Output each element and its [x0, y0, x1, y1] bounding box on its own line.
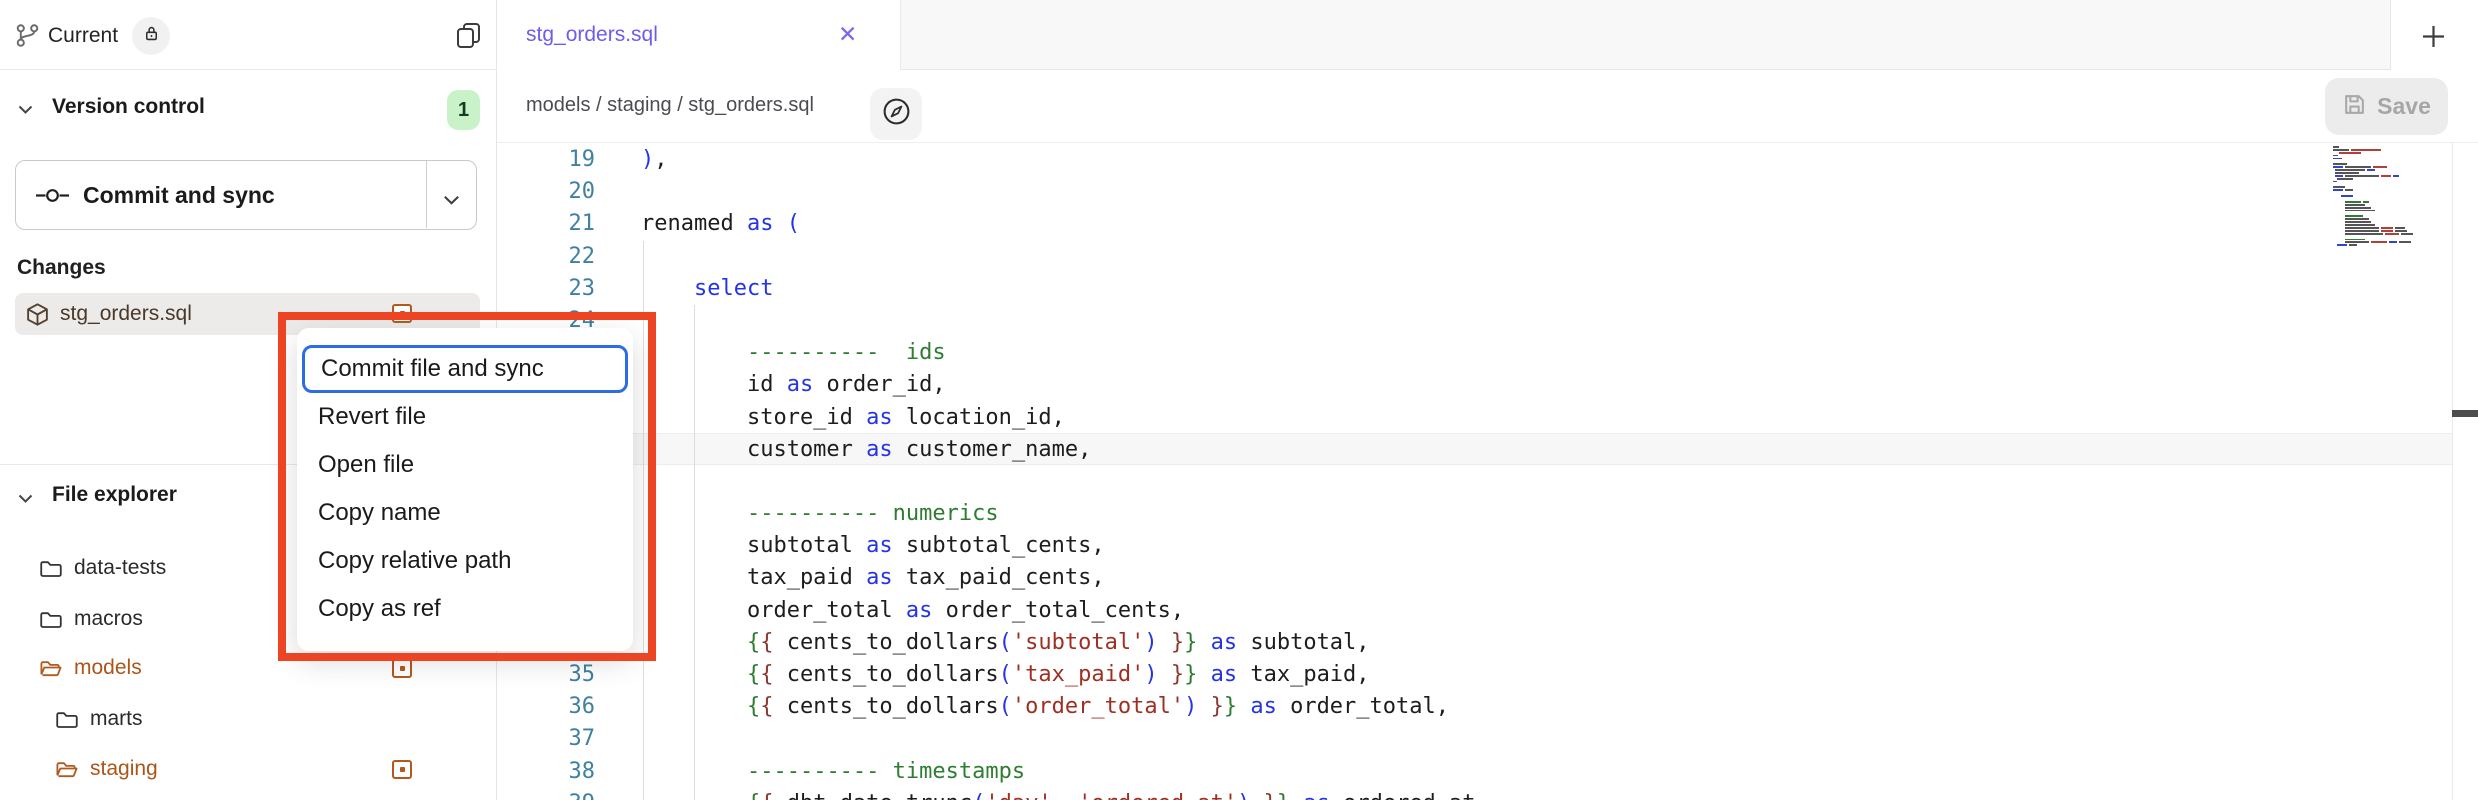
code-line: 34 {{ cents_to_dollars('subtotal') }} as… [497, 627, 2452, 659]
tree-item-models[interactable]: models [0, 651, 497, 685]
code-line: 20 [497, 176, 2452, 208]
code-line: 37 [497, 723, 2452, 755]
commit-and-sync-button[interactable]: Commit and sync [15, 160, 477, 230]
code-line: 39 {{ dbt.date_trunc('day', 'ordered_at'… [497, 788, 2452, 800]
code-line: 35 {{ cents_to_dollars('tax_paid') }} as… [497, 659, 2452, 691]
branch-readonly-chip [132, 17, 170, 55]
tree-item-staging[interactable]: staging [0, 752, 497, 786]
app: Current Version control [0, 0, 2478, 800]
menu-item-copy-name[interactable]: Copy name [297, 489, 633, 537]
code-line: 27 store_id as location_id, [497, 402, 2452, 434]
branch-name[interactable]: Current [48, 24, 118, 48]
tree-item-label: staging [90, 757, 158, 781]
modified-folder-badge [392, 760, 412, 779]
code-line: 25 ---------- ids [497, 337, 2452, 369]
editor-header: models / staging / stg_orders.sql Save [497, 70, 2478, 143]
code-line: 30 ---------- numerics [497, 498, 2452, 530]
code-line: 38 ---------- timestamps [497, 756, 2452, 788]
modified-folder-badge [392, 659, 412, 678]
overview-ruler[interactable] [2452, 143, 2478, 800]
code-line: 22 [497, 241, 2452, 273]
tab-close-icon[interactable]: ✕ [838, 21, 857, 48]
tab-bar-right-section [2390, 0, 2478, 70]
copy-branch-icon[interactable] [455, 21, 482, 54]
folder-open-icon [56, 760, 78, 779]
folder-icon [40, 610, 62, 629]
save-label: Save [2377, 93, 2431, 120]
code-line: 26 id as order_id, [497, 369, 2452, 401]
menu-item-copy-relative-path[interactable]: Copy relative path [297, 537, 633, 585]
version-control-collapse-icon[interactable] [18, 101, 33, 119]
file-context-menu: Commit file and syncRevert fileOpen file… [297, 328, 633, 651]
tab-stg-orders[interactable]: stg_orders.sql ✕ [497, 0, 901, 70]
tab-label: stg_orders.sql [526, 23, 658, 47]
changes-title: Changes [17, 256, 106, 280]
code-line: 19), [497, 144, 2452, 176]
overview-ruler-cursor-mark [2452, 410, 2478, 417]
code-line: 29 [497, 466, 2452, 498]
changes-count-badge: 1 [447, 90, 480, 130]
menu-item-copy-as-ref[interactable]: Copy as ref [297, 585, 633, 633]
code-line: 23 select [497, 273, 2452, 305]
breadcrumb: models / staging / stg_orders.sql [526, 94, 814, 117]
code-line: 31 subtotal as subtotal_cents, [497, 530, 2452, 562]
folder-icon [40, 559, 62, 578]
menu-item-open-file[interactable]: Open file [297, 441, 633, 489]
new-tab-plus-icon[interactable] [2422, 25, 2445, 53]
tab-strip-empty [901, 0, 2390, 70]
commit-and-sync-label: Commit and sync [83, 182, 275, 209]
file-explorer-title: File explorer [52, 483, 177, 507]
version-control-title: Version control [52, 95, 205, 119]
commit-options-chevron-icon[interactable] [443, 192, 460, 210]
code-line: 21renamed as ( [497, 208, 2452, 240]
menu-item-revert-file[interactable]: Revert file [297, 393, 633, 441]
folder-open-icon [40, 659, 62, 678]
tree-item-label: models [74, 656, 142, 680]
lock-icon [142, 24, 161, 48]
code-editor[interactable]: 19),2021renamed as (2223 select2425 ----… [497, 143, 2452, 800]
code-line: 33 order_total as order_total_cents, [497, 595, 2452, 627]
compass-icon [881, 96, 912, 132]
menu-item-commit-file-and-sync[interactable]: Commit file and sync [302, 345, 628, 393]
modified-file-badge [392, 304, 412, 323]
tree-item-marts[interactable]: marts [0, 702, 497, 736]
code-line: 36 {{ cents_to_dollars('order_total') }}… [497, 691, 2452, 723]
code-line: 24 [497, 305, 2452, 337]
file-explorer-collapse-icon[interactable] [18, 490, 33, 508]
tree-item-label: marts [90, 707, 143, 731]
changed-file-name: stg_orders.sql [60, 302, 192, 326]
button-split-divider [426, 161, 427, 228]
lineage-compass-chip[interactable] [870, 88, 922, 140]
tree-item-label: data-tests [74, 556, 166, 580]
git-branch-icon [16, 23, 39, 53]
code-line: 28 customer as customer_name, [497, 434, 2452, 466]
folder-icon [56, 710, 78, 729]
code-line: 32 tax_paid as tax_paid_cents, [497, 562, 2452, 594]
tree-item-label: macros [74, 607, 143, 631]
commit-icon [36, 187, 69, 204]
minimap[interactable] [2333, 146, 2449, 246]
save-icon [2342, 92, 2367, 122]
branch-bar: Current [0, 0, 497, 70]
code-lines: 19),2021renamed as (2223 select2425 ----… [497, 144, 2452, 800]
save-button[interactable]: Save [2325, 78, 2448, 135]
model-cube-icon [25, 302, 50, 327]
